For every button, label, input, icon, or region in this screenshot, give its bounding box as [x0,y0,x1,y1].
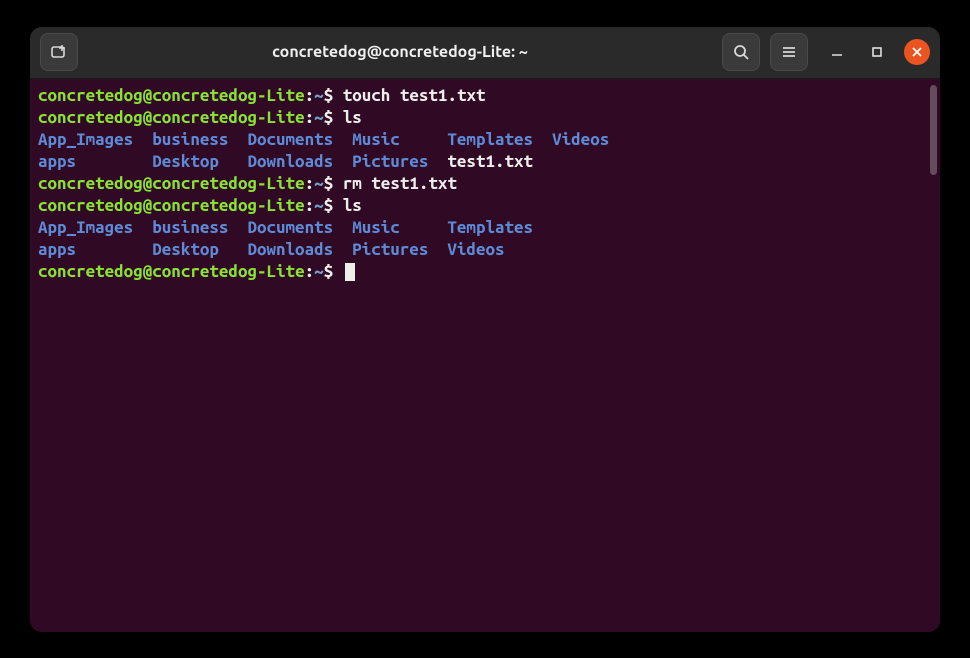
window-controls [824,39,930,65]
dir-entry: business [152,218,247,237]
prompt-path: ~ [314,108,324,127]
prompt-path: ~ [314,86,324,105]
prompt-host: concretedog-Lite [152,262,304,281]
close-button[interactable] [904,39,930,65]
cursor [345,263,355,281]
prompt-colon: : [305,174,315,193]
prompt-dollar: $ [324,196,334,215]
prompt-at: @ [143,196,153,215]
dir-entry: Downloads [247,152,352,171]
prompt-colon: : [305,262,315,281]
prompt-colon: : [305,196,315,215]
prompt-colon: : [305,86,315,105]
prompt-at: @ [143,86,153,105]
dir-entry: Desktop [152,152,247,171]
dir-entry: apps [38,240,152,259]
prompt-at: @ [143,174,153,193]
ls-output-row: apps Desktop Downloads Pictures Videos [38,239,932,261]
prompt-line: concretedog@concretedog-Lite:~$ ls [38,195,932,217]
prompt-host: concretedog-Lite [152,86,304,105]
prompt-line: concretedog@concretedog-Lite:~$ ls [38,107,932,129]
ls-output-row: apps Desktop Downloads Pictures test1.tx… [38,151,932,173]
dir-entry: Desktop [152,240,247,259]
dir-entry: Documents [247,130,352,149]
search-icon [732,43,750,61]
prompt-path: ~ [314,196,324,215]
command: touch test1.txt [343,86,486,105]
prompt-host: concretedog-Lite [152,196,304,215]
maximize-icon [870,45,884,59]
prompt-line: concretedog@concretedog-Lite:~$ touch te… [38,85,932,107]
prompt-dollar: $ [324,174,334,193]
prompt-colon: : [305,108,315,127]
ls-output-row: App_Images business Documents Music Temp… [38,217,932,239]
dir-entry: business [152,130,247,149]
dir-entry: Templates [447,218,533,237]
dir-entry: apps [38,152,152,171]
prompt-host: concretedog-Lite [152,174,304,193]
dir-entry: Templates [447,130,552,149]
terminal-body[interactable]: concretedog@concretedog-Lite:~$ touch te… [30,79,940,632]
command: rm test1.txt [343,174,457,193]
new-tab-button[interactable] [40,33,78,71]
prompt-user: concretedog [38,86,143,105]
new-tab-icon [50,43,68,61]
prompt-dollar: $ [324,262,334,281]
prompt-line: concretedog@concretedog-Lite:~$ [38,261,932,283]
minimize-button[interactable] [824,39,850,65]
prompt-at: @ [143,262,153,281]
command: ls [343,196,362,215]
menu-button[interactable] [770,33,808,71]
search-button[interactable] [722,33,760,71]
dir-entry: Music [352,130,447,149]
prompt-at: @ [143,108,153,127]
window-title: concretedog@concretedog-Lite: ~ [88,43,712,61]
prompt-user: concretedog [38,108,143,127]
dir-entry: App_Images [38,218,152,237]
close-icon [911,46,923,58]
titlebar: concretedog@concretedog-Lite: ~ [30,27,940,79]
dir-entry: Documents [247,218,352,237]
prompt-path: ~ [314,174,324,193]
dir-entry: Downloads [247,240,352,259]
dir-entry: Videos [447,240,504,259]
prompt-user: concretedog [38,174,143,193]
prompt-user: concretedog [38,262,143,281]
prompt-dollar: $ [324,86,334,105]
prompt-path: ~ [314,262,324,281]
dir-entry: App_Images [38,130,152,149]
command: ls [343,108,362,127]
prompt-dollar: $ [324,108,334,127]
dir-entry: Music [352,218,447,237]
ls-output-row: App_Images business Documents Music Temp… [38,129,932,151]
dir-entry: Pictures [352,152,447,171]
file-entry: test1.txt [447,152,533,171]
terminal-window: concretedog@concretedog-Lite: ~ [30,27,940,632]
prompt-user: concretedog [38,196,143,215]
prompt-line: concretedog@concretedog-Lite:~$ rm test1… [38,173,932,195]
dir-entry: Videos [552,130,609,149]
minimize-icon [830,45,844,59]
maximize-button[interactable] [864,39,890,65]
scrollbar[interactable] [930,85,937,175]
prompt-host: concretedog-Lite [152,108,304,127]
dir-entry: Pictures [352,240,447,259]
hamburger-icon [780,43,798,61]
